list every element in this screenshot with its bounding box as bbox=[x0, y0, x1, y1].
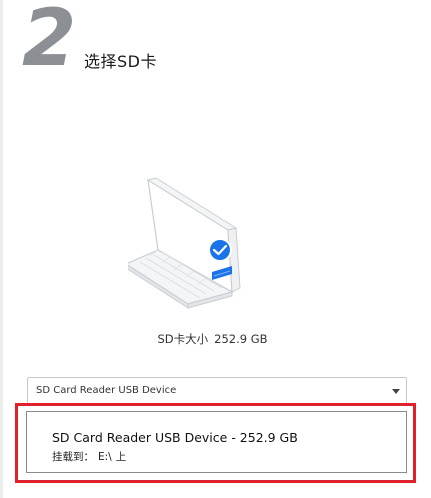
sd-card-size-value: 252.9 GB bbox=[214, 332, 268, 346]
device-dropdown-value: SD Card Reader USB Device bbox=[36, 385, 177, 396]
step-title: 选择SD卡 bbox=[84, 52, 157, 71]
sd-card-size-label: SD卡大小 bbox=[157, 332, 209, 346]
highlight-box bbox=[15, 403, 416, 483]
laptop-with-sd-card-icon bbox=[124, 172, 288, 312]
select-sd-card-panel: 2 选择SD卡 SD卡大小 252.9 GB SD Card Reader US… bbox=[0, 0, 431, 498]
step-number: 2 bbox=[22, 0, 77, 84]
panel-divider bbox=[0, 0, 3, 498]
device-dropdown[interactable]: SD Card Reader USB Device bbox=[27, 377, 407, 405]
chevron-down-icon[interactable] bbox=[392, 389, 400, 394]
sd-card-size: SD卡大小 252.9 GB bbox=[0, 331, 431, 347]
